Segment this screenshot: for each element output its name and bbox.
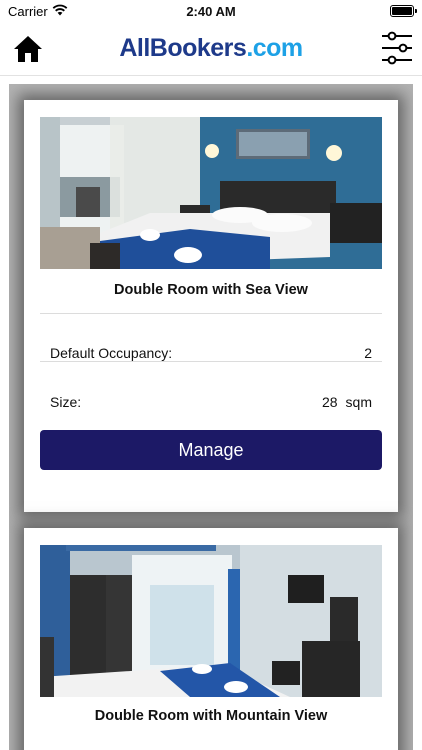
room-photo-mountain-view bbox=[40, 545, 382, 697]
status-bar: Carrier 2:40 AM bbox=[0, 0, 422, 24]
size-value: 28 bbox=[321, 394, 338, 410]
room-list[interactable]: Double Room with Sea View Default Occupa… bbox=[9, 84, 413, 750]
divider bbox=[40, 313, 382, 314]
size-label: Size: bbox=[50, 394, 82, 410]
size-unit: sqm bbox=[345, 394, 372, 410]
manage-button[interactable]: Manage bbox=[40, 430, 382, 470]
clock: 2:40 AM bbox=[186, 4, 236, 19]
logo-main-text: AllBookers bbox=[119, 34, 247, 62]
room-photo-sea-view bbox=[40, 117, 382, 269]
filter-button[interactable] bbox=[380, 30, 414, 66]
logo-tld-text: .com bbox=[246, 34, 303, 62]
room-card: Double Room with Mountain View bbox=[24, 528, 398, 750]
room-card: Double Room with Sea View Default Occupa… bbox=[24, 100, 398, 512]
divider bbox=[40, 361, 382, 362]
occupancy-value: 2 bbox=[364, 345, 372, 361]
brand-logo: AllBookers.com bbox=[0, 34, 422, 63]
nav-bar: AllBookers.com bbox=[0, 24, 422, 76]
sliders-icon bbox=[382, 31, 412, 65]
occupancy-label: Default Occupancy: bbox=[50, 345, 173, 361]
size-value-group: 28 sqm bbox=[322, 394, 372, 410]
room-title: Double Room with Sea View bbox=[114, 282, 308, 298]
room-title: Double Room with Mountain View bbox=[94, 708, 328, 724]
battery-icon bbox=[390, 5, 417, 17]
